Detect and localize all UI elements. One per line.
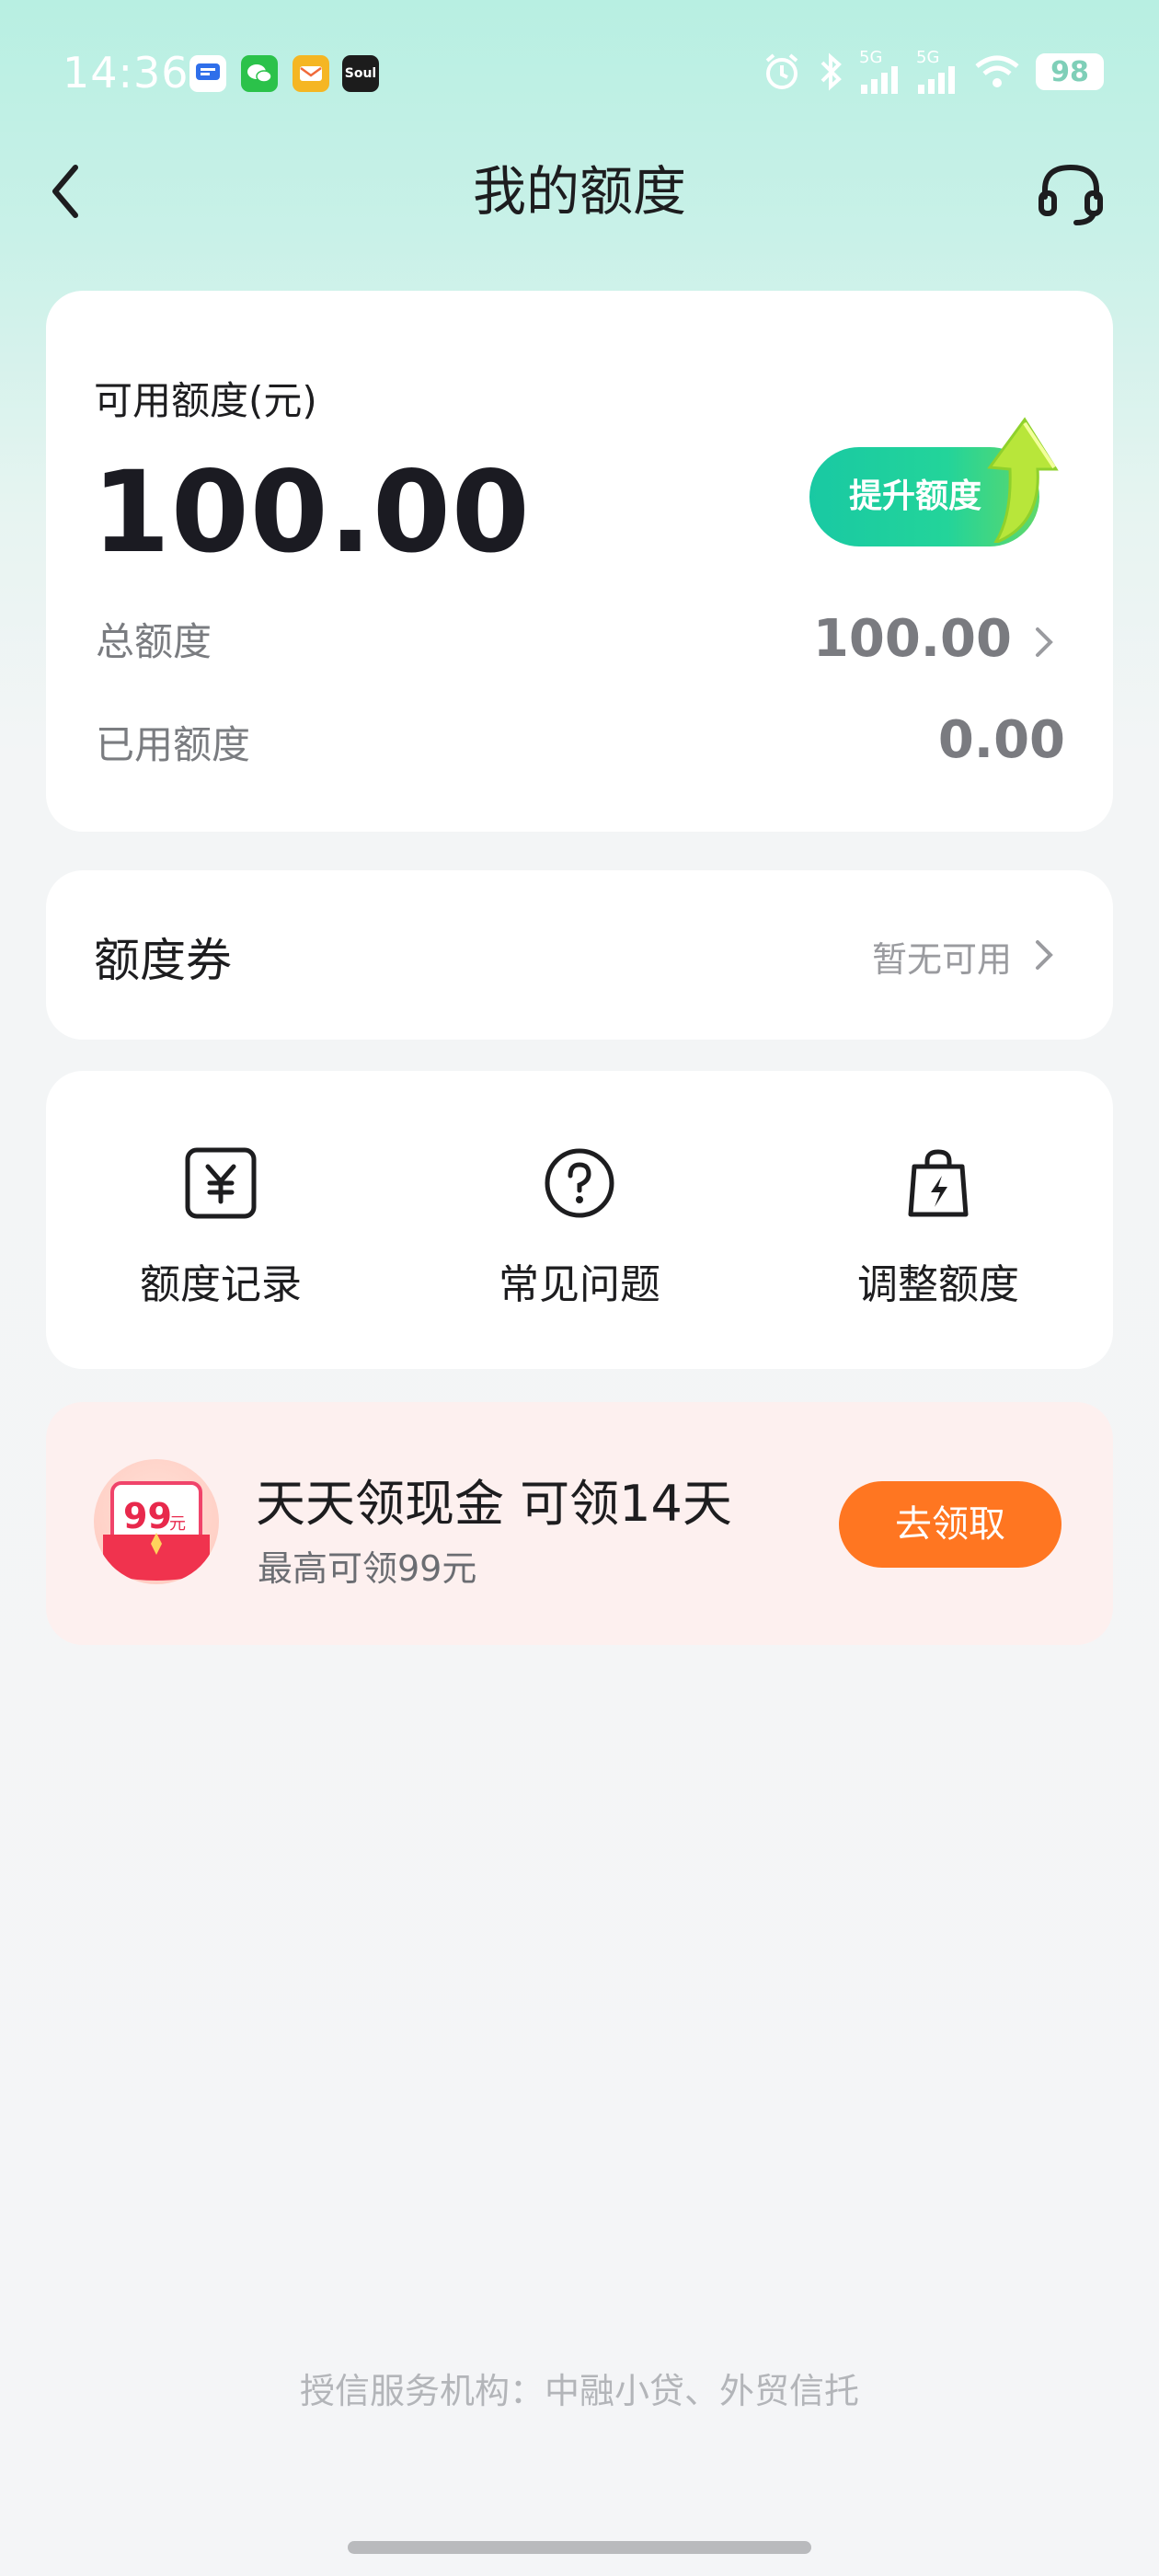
wifi-icon	[975, 55, 1019, 87]
menu-adjust-quota[interactable]: 调整额度	[763, 1071, 1113, 1369]
cash-promo-banner[interactable]: 99 元 天天领现金 可领14天 最高可领99元 去领取	[46, 1402, 1113, 1645]
status-indicators: 5G 5G 98	[762, 50, 1104, 94]
available-quota-amount: 100.00	[92, 447, 531, 578]
total-quota-label: 总额度	[96, 619, 212, 664]
total-quota-value[interactable]: 100.00	[813, 609, 1012, 669]
signal-bars-icon	[861, 66, 898, 94]
credit-institution-note: 授信服务机构：中融小贷、外贸信托	[299, 2371, 859, 2411]
available-quota-label: 可用额度(元)	[94, 378, 317, 423]
menu-faq[interactable]: 常见问题	[405, 1071, 754, 1369]
promo-subtitle: 最高可领99元	[258, 1548, 477, 1589]
coupon-status: 暂无可用	[871, 939, 1012, 980]
claim-button[interactable]: 去领取	[839, 1481, 1061, 1568]
menu-label: 调整额度	[857, 1261, 1019, 1308]
coupon-title: 额度券	[94, 934, 232, 987]
promo-title: 天天领现金 可领14天	[256, 1475, 732, 1533]
quota-card: 可用额度(元) 100.00 提升额度 总额度 100.00 已用额度 0.00	[46, 291, 1113, 832]
quick-menu: 额度记录 常见问题 调整额度	[46, 1071, 1113, 1369]
bluetooth-icon	[820, 52, 842, 91]
used-quota-label: 已用额度	[96, 722, 251, 767]
home-indicator[interactable]	[348, 2541, 811, 2554]
chevron-right-icon[interactable]	[1030, 624, 1058, 661]
signal-bars-icon	[918, 66, 955, 94]
mail-icon	[293, 55, 329, 92]
headset-icon	[1039, 164, 1103, 225]
arrow-up-icon	[987, 417, 1059, 543]
yuan-record-icon	[185, 1147, 257, 1219]
battery-indicator: 98	[1036, 53, 1104, 90]
wechat-icon	[241, 55, 278, 92]
back-button[interactable]	[44, 155, 118, 228]
network-type-1: 5G	[859, 48, 883, 67]
badge-value: 99	[123, 1496, 172, 1536]
status-bar: 14:36 Soul 5G 5G 98	[0, 0, 1159, 147]
signal-2: 5G	[916, 50, 958, 94]
used-quota-value: 0.00	[937, 710, 1065, 770]
page-title: 我的额度	[472, 160, 686, 223]
status-time: 14:36	[63, 48, 189, 98]
alarm-icon	[765, 53, 798, 89]
menu-label: 额度记录	[140, 1261, 302, 1308]
signal-1: 5G	[859, 50, 901, 94]
quota-coupon-row[interactable]: 额度券 暂无可用	[46, 870, 1113, 1040]
question-circle-icon	[545, 1148, 614, 1218]
customer-service-button[interactable]	[1034, 156, 1107, 230]
raise-quota-button[interactable]: 提升额度	[809, 417, 1059, 546]
soul-app-icon: Soul	[342, 55, 379, 92]
menu-label: 常见问题	[499, 1261, 660, 1308]
badge-unit: 元	[169, 1514, 186, 1534]
message-app-icon	[189, 55, 226, 92]
chevron-left-icon	[52, 165, 78, 218]
red-envelope-99-icon: 99 元	[94, 1459, 219, 1584]
network-type-2: 5G	[916, 48, 940, 67]
chevron-right-icon	[1036, 940, 1053, 970]
bag-lightning-icon	[908, 1149, 969, 1217]
menu-quota-records[interactable]: 额度记录	[46, 1071, 396, 1369]
